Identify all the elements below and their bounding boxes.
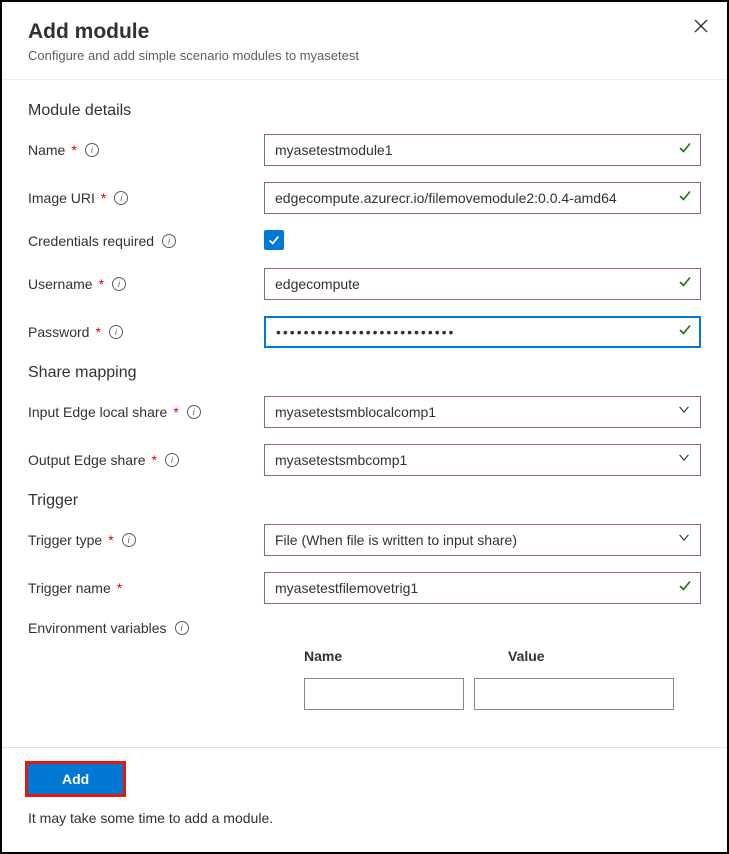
name-input[interactable] xyxy=(264,134,701,166)
label-name: Name* i xyxy=(28,142,264,158)
info-icon[interactable]: i xyxy=(162,234,176,248)
password-input[interactable] xyxy=(264,316,701,348)
required-asterisk: * xyxy=(95,324,100,340)
page-title: Add module xyxy=(28,20,701,44)
page-subtitle: Configure and add simple scenario module… xyxy=(28,48,701,63)
required-asterisk: * xyxy=(117,580,122,596)
label-env-vars: Environment variables i xyxy=(28,620,264,636)
trigger-name-input[interactable] xyxy=(264,572,701,604)
info-icon[interactable]: i xyxy=(122,533,136,547)
required-asterisk: * xyxy=(101,190,106,206)
env-value-input[interactable] xyxy=(474,678,674,710)
required-asterisk: * xyxy=(99,276,104,292)
info-icon[interactable]: i xyxy=(109,325,123,339)
required-asterisk: * xyxy=(71,142,76,158)
label-image-uri: Image URI* i xyxy=(28,190,264,206)
env-vars-table: Name Value xyxy=(264,648,701,710)
section-share-mapping: Share mapping xyxy=(28,364,701,382)
info-icon[interactable]: i xyxy=(114,191,128,205)
env-col-value: Value xyxy=(472,648,672,664)
username-input[interactable] xyxy=(264,268,701,300)
section-module-details: Module details xyxy=(28,102,701,120)
section-trigger: Trigger xyxy=(28,492,701,510)
close-icon[interactable] xyxy=(693,18,709,38)
required-asterisk: * xyxy=(173,404,178,420)
label-password: Password* i xyxy=(28,324,264,340)
credentials-required-checkbox[interactable] xyxy=(264,230,284,250)
env-col-name: Name xyxy=(264,648,460,664)
label-output-share: Output Edge share* i xyxy=(28,452,264,468)
label-credentials-required: Credentials required i xyxy=(28,233,264,249)
info-icon[interactable]: i xyxy=(165,453,179,467)
image-uri-input[interactable] xyxy=(264,182,701,214)
info-icon[interactable]: i xyxy=(112,277,126,291)
output-share-select[interactable]: myasetestsmbcomp1 xyxy=(264,444,701,476)
label-trigger-type: Trigger type* i xyxy=(28,532,264,548)
trigger-type-select[interactable]: File (When file is written to input shar… xyxy=(264,524,701,556)
label-trigger-name: Trigger name* xyxy=(28,580,264,596)
required-asterisk: * xyxy=(108,532,113,548)
input-share-select[interactable]: myasetestsmblocalcomp1 xyxy=(264,396,701,428)
env-name-input[interactable] xyxy=(304,678,464,710)
footer: Add It may take some time to add a modul… xyxy=(2,747,727,852)
form-content: Module details Name* i Image URI* i xyxy=(2,80,727,720)
label-input-share: Input Edge local share* i xyxy=(28,404,264,420)
footer-note: It may take some time to add a module. xyxy=(28,810,701,826)
info-icon[interactable]: i xyxy=(187,405,201,419)
required-asterisk: * xyxy=(152,452,157,468)
add-button[interactable]: Add xyxy=(28,764,123,794)
label-username: Username* i xyxy=(28,276,264,292)
info-icon[interactable]: i xyxy=(85,143,99,157)
info-icon[interactable]: i xyxy=(175,621,189,635)
